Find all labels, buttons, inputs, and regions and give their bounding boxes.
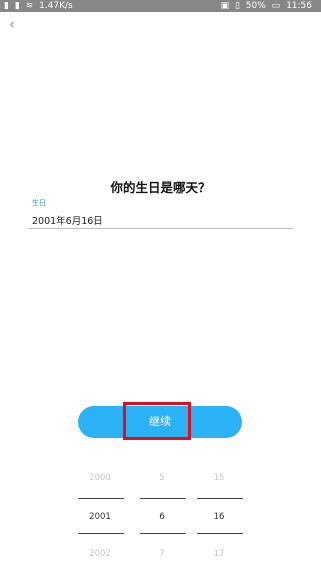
page-title: 你的生日是哪天？ bbox=[110, 180, 211, 195]
picker-day-selected[interactable]: 16 bbox=[189, 512, 249, 522]
birthday-field-label: 生日 bbox=[32, 199, 46, 207]
picker-divider bbox=[78, 533, 124, 534]
vibrate-icon: ▯ bbox=[234, 1, 240, 11]
status-right: ▣ ▯ 50% ▭ 11:56 bbox=[221, 0, 315, 12]
field-underline bbox=[28, 228, 293, 229]
network-speed: 1.47K/s bbox=[39, 1, 73, 11]
battery-icon: ▭ bbox=[271, 1, 281, 11]
status-left: ▮ ▮ ≋ 1.47K/s bbox=[4, 0, 76, 12]
battery-percent: 50% bbox=[245, 1, 266, 11]
picker-divider bbox=[197, 533, 243, 534]
picker-day-next[interactable]: 17 bbox=[189, 549, 249, 559]
picker-divider bbox=[140, 533, 186, 534]
birthday-field[interactable]: 2001年6月16日 bbox=[32, 213, 103, 227]
highlight-box bbox=[123, 402, 191, 440]
status-bar: ▮ ▮ ≋ 1.47K/s ▣ ▯ 50% ▭ 11:56 bbox=[0, 0, 321, 12]
wifi-icon: ≋ bbox=[25, 1, 34, 11]
picker-month-selected[interactable]: 6 bbox=[132, 512, 192, 522]
picker-divider bbox=[197, 498, 243, 499]
signal-icon: ▮ bbox=[14, 1, 20, 11]
back-icon[interactable]: ‹ bbox=[4, 15, 20, 33]
picker-month-next[interactable]: 7 bbox=[132, 549, 192, 559]
picker-year-next[interactable]: 2002 bbox=[70, 549, 130, 559]
picker-divider bbox=[78, 498, 124, 499]
date-picker[interactable]: 2000 2001 2002 5 6 7 15 16 17 bbox=[0, 460, 321, 583]
picker-year-prev[interactable]: 2000 bbox=[70, 473, 130, 483]
picker-month-prev[interactable]: 5 bbox=[132, 473, 192, 483]
picker-year-selected[interactable]: 2001 bbox=[70, 512, 130, 522]
picker-divider bbox=[140, 498, 186, 499]
signal-icon: ▮ bbox=[4, 1, 9, 11]
clock: 11:56 bbox=[286, 1, 312, 11]
nfc-icon: ▣ bbox=[220, 1, 230, 11]
picker-day-prev[interactable]: 15 bbox=[189, 473, 249, 483]
